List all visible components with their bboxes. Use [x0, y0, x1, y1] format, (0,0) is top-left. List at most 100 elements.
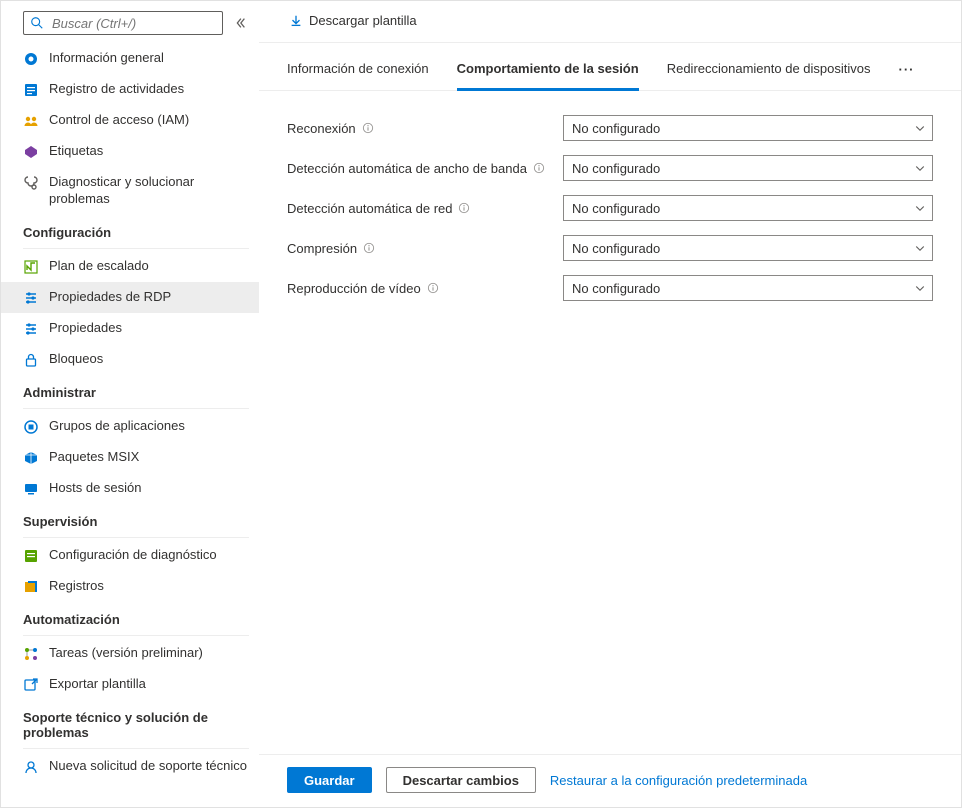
- reset-defaults-link[interactable]: Restaurar a la configuración predetermin…: [550, 773, 807, 788]
- form-label: Compresión: [287, 241, 563, 256]
- info-icon[interactable]: [363, 242, 375, 254]
- sidebar-section-configuracion: Configuración: [1, 215, 259, 246]
- chevron-down-icon: [914, 282, 926, 294]
- form-label: Reproducción de vídeo: [287, 281, 563, 296]
- sidebar-item-app-groups[interactable]: Grupos de aplicaciones: [1, 411, 259, 442]
- logs-icon: [23, 579, 39, 595]
- select-value: No configurado: [572, 281, 660, 296]
- sidebar-item-scaling-plan[interactable]: Plan de escalado: [1, 251, 259, 282]
- support-icon: [23, 759, 39, 775]
- tab-device-redirection[interactable]: Redireccionamiento de dispositivos: [667, 61, 871, 91]
- info-icon[interactable]: [362, 122, 374, 134]
- tabs: Información de conexión Comportamiento d…: [259, 43, 961, 91]
- sidebar-item-rdp-properties[interactable]: Propiedades de RDP: [1, 282, 259, 313]
- sidebar-section-soporte: Soporte técnico y solución de problemas: [1, 700, 259, 746]
- appgroup-icon: [23, 419, 39, 435]
- download-template-button[interactable]: Descargar plantilla: [287, 9, 419, 32]
- sidebar-item-activity-log[interactable]: Registro de actividades: [1, 74, 259, 105]
- sidebar-item-tags[interactable]: Etiquetas: [1, 136, 259, 167]
- app-frame: Información general Registro de activida…: [0, 0, 962, 808]
- diagnose-icon: [23, 175, 39, 191]
- sidebar-item-logs[interactable]: Registros: [1, 571, 259, 602]
- chevron-down-icon: [914, 242, 926, 254]
- form-label: Detección automática de red: [287, 201, 563, 216]
- divider: [23, 408, 249, 409]
- info-icon[interactable]: [458, 202, 470, 214]
- form-row-video-playback: Reproducción de vídeo No configurado: [287, 275, 933, 301]
- overview-icon: [23, 51, 39, 67]
- form-area: Reconexión No configurado Detección auto…: [259, 91, 961, 754]
- select-value: No configurado: [572, 241, 660, 256]
- network-detection-select[interactable]: No configurado: [563, 195, 933, 221]
- form-row-compression: Compresión No configurado: [287, 235, 933, 261]
- diag-settings-icon: [23, 548, 39, 564]
- access-icon: [23, 113, 39, 129]
- sidebar-item-msix-packages[interactable]: Paquetes MSIX: [1, 442, 259, 473]
- sidebar-item-label: Etiquetas: [49, 143, 249, 160]
- sidebar-section-automatizacion: Automatización: [1, 602, 259, 633]
- sidebar-item-label: Propiedades de RDP: [49, 289, 249, 306]
- sidebar: Información general Registro de activida…: [1, 1, 259, 807]
- collapse-sidebar-icon[interactable]: [231, 14, 249, 32]
- search-box[interactable]: [23, 11, 223, 35]
- scaling-icon: [23, 259, 39, 275]
- chevron-down-icon: [914, 162, 926, 174]
- form-label-text: Detección automática de red: [287, 201, 452, 216]
- toolbar: Descargar plantilla: [259, 1, 961, 43]
- form-row-reconnection: Reconexión No configurado: [287, 115, 933, 141]
- hosts-icon: [23, 481, 39, 497]
- video-playback-select[interactable]: No configurado: [563, 275, 933, 301]
- sidebar-section-supervision: Supervisión: [1, 504, 259, 535]
- sidebar-item-label: Control de acceso (IAM): [49, 112, 249, 129]
- compression-select[interactable]: No configurado: [563, 235, 933, 261]
- sidebar-item-label: Registro de actividades: [49, 81, 249, 98]
- activity-log-icon: [23, 82, 39, 98]
- tag-icon: [23, 144, 39, 160]
- form-label-text: Reproducción de vídeo: [287, 281, 421, 296]
- sliders-icon: [23, 321, 39, 337]
- select-value: No configurado: [572, 201, 660, 216]
- sidebar-item-diagnose[interactable]: Diagnosticar y solucionar problemas: [1, 167, 259, 215]
- sidebar-item-access-control[interactable]: Control de acceso (IAM): [1, 105, 259, 136]
- sidebar-section-administrar: Administrar: [1, 375, 259, 406]
- sidebar-item-label: Diagnosticar y solucionar problemas: [49, 174, 249, 208]
- sidebar-item-label: Tareas (versión preliminar): [49, 645, 249, 662]
- form-label-text: Reconexión: [287, 121, 356, 136]
- sidebar-item-diag-settings[interactable]: Configuración de diagnóstico: [1, 540, 259, 571]
- search-icon: [30, 16, 44, 30]
- download-icon: [289, 14, 303, 28]
- save-button[interactable]: Guardar: [287, 767, 372, 793]
- search-input[interactable]: [50, 15, 216, 32]
- info-icon[interactable]: [533, 162, 545, 174]
- sidebar-item-new-support-request[interactable]: Nueva solicitud de soporte técnico: [1, 751, 259, 782]
- form-label-text: Detección automática de ancho de banda: [287, 161, 527, 176]
- lock-icon: [23, 352, 39, 368]
- sidebar-item-label: Hosts de sesión: [49, 480, 249, 497]
- sidebar-item-tasks[interactable]: Tareas (versión preliminar): [1, 638, 259, 669]
- sidebar-item-locks[interactable]: Bloqueos: [1, 344, 259, 375]
- tab-connection-info[interactable]: Información de conexión: [287, 61, 429, 91]
- main-panel: Descargar plantilla Información de conex…: [259, 1, 961, 807]
- sidebar-item-session-hosts[interactable]: Hosts de sesión: [1, 473, 259, 504]
- discard-button[interactable]: Descartar cambios: [386, 767, 536, 793]
- chevron-down-icon: [914, 202, 926, 214]
- sidebar-item-overview[interactable]: Información general: [1, 43, 259, 74]
- divider: [23, 248, 249, 249]
- divider: [23, 748, 249, 749]
- sidebar-item-properties[interactable]: Propiedades: [1, 313, 259, 344]
- sidebar-item-label: Configuración de diagnóstico: [49, 547, 249, 564]
- info-icon[interactable]: [427, 282, 439, 294]
- toolbar-label: Descargar plantilla: [309, 13, 417, 28]
- sidebar-item-label: Paquetes MSIX: [49, 449, 249, 466]
- reconnection-select[interactable]: No configurado: [563, 115, 933, 141]
- form-row-bandwidth-detection: Detección automática de ancho de banda N…: [287, 155, 933, 181]
- form-label: Detección automática de ancho de banda: [287, 161, 563, 176]
- divider: [23, 635, 249, 636]
- sidebar-item-label: Registros: [49, 578, 249, 595]
- form-label: Reconexión: [287, 121, 563, 136]
- bandwidth-detection-select[interactable]: No configurado: [563, 155, 933, 181]
- footer: Guardar Descartar cambios Restaurar a la…: [259, 754, 961, 807]
- sidebar-item-export-template[interactable]: Exportar plantilla: [1, 669, 259, 700]
- tabs-more-button[interactable]: ···: [898, 62, 914, 89]
- tab-session-behavior[interactable]: Comportamiento de la sesión: [457, 61, 639, 91]
